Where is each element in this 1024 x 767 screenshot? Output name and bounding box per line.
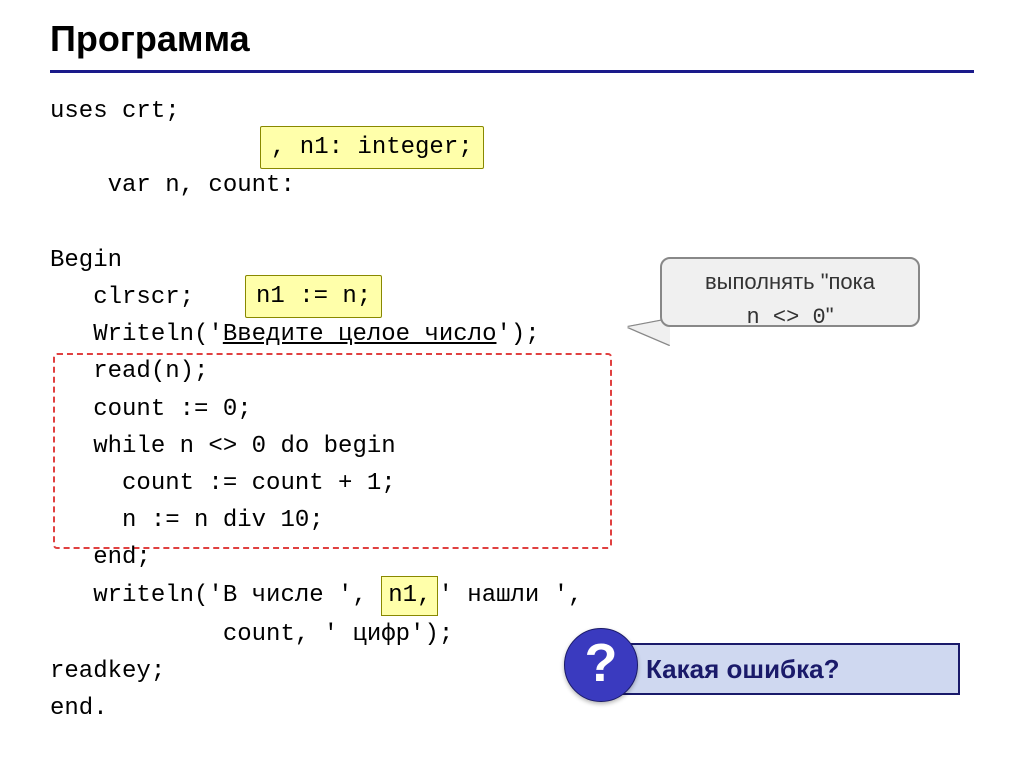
- code-line: count := 0;: [50, 391, 1024, 428]
- code-line: n := n div 10;: [50, 502, 1024, 539]
- page-title: Программа: [0, 0, 1024, 70]
- note-text: ": [826, 303, 834, 328]
- code-line: while n <> 0 do begin: [50, 428, 1024, 465]
- code-prompt-text: Введите целое число: [223, 321, 497, 348]
- code-line: end.: [50, 690, 1024, 727]
- highlight-var-decl: , n1: integer;: [260, 126, 484, 169]
- code-text: ' нашли ',: [438, 582, 582, 609]
- note-line2: n <> 0": [662, 299, 918, 335]
- code-line: count := count + 1;: [50, 465, 1024, 502]
- code-line: writeln('В числе ', n1,' нашли ',: [50, 576, 1024, 615]
- code-text: Writeln(': [50, 321, 223, 348]
- code-text: var n, count:: [108, 172, 295, 199]
- code-text: writeln('В числе ',: [50, 582, 381, 609]
- error-text: Какая ошибка?: [646, 654, 839, 685]
- title-rule: [50, 70, 974, 73]
- note-callout: выполнять "пока n <> 0": [660, 257, 920, 327]
- code-text: ');: [496, 321, 539, 348]
- note-line1: выполнять "пока: [662, 265, 918, 299]
- code-listing: uses crt; var n, count: , n1: integer; B…: [50, 93, 1024, 727]
- highlight-n1-output: n1,: [381, 576, 438, 615]
- code-line: uses crt;: [50, 93, 1024, 130]
- error-callout: Какая ошибка?: [600, 643, 960, 695]
- code-line: read(n);: [50, 353, 1024, 390]
- highlight-assign: n1 := n;: [245, 275, 382, 318]
- code-line: var n, count:: [50, 130, 1024, 242]
- note-code-text: n <> 0: [746, 305, 825, 330]
- question-mark-glyph: ?: [585, 636, 618, 690]
- code-line: end;: [50, 539, 1024, 576]
- question-mark-icon: ?: [564, 628, 638, 702]
